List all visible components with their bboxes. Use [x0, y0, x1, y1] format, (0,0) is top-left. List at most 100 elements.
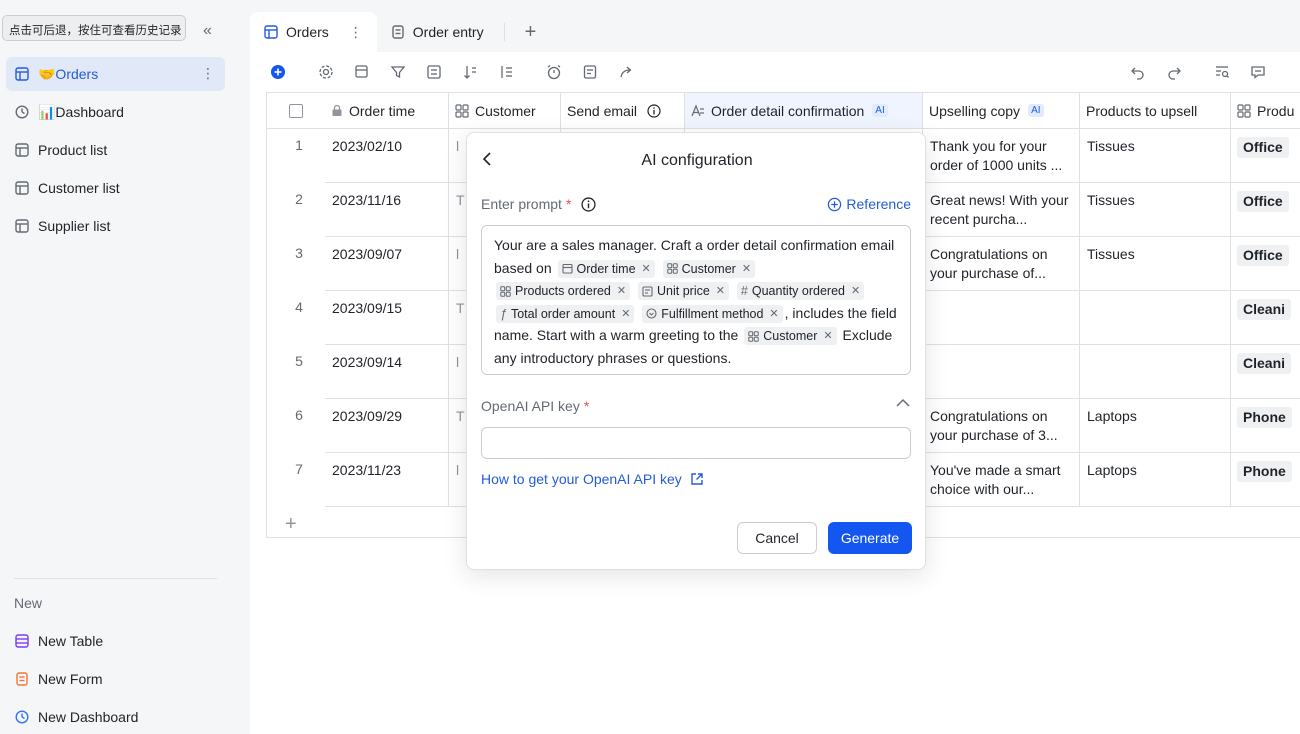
field-tag-quantity-ordered[interactable]: # Quantity ordered ✕	[736, 282, 865, 301]
redo-icon[interactable]	[1166, 64, 1182, 80]
collapse-sidebar-icon[interactable]: «	[203, 23, 219, 40]
link-record-icon	[1237, 103, 1251, 118]
prompt-editor[interactable]: Your are a sales manager. Craft a order …	[481, 225, 911, 375]
cell-upselling-copy[interactable]	[923, 291, 1080, 345]
cell-products[interactable]: Cleani	[1231, 345, 1300, 399]
sidebar-item-product-list[interactable]: Product list	[6, 133, 225, 167]
add-record-icon[interactable]	[270, 64, 286, 80]
sidebar-item-dashboard[interactable]: 📊Dashboard	[6, 95, 225, 129]
cell-products-to-upsell[interactable]	[1080, 345, 1231, 399]
cell-products-to-upsell[interactable]	[1080, 291, 1231, 345]
generate-button[interactable]: Generate	[828, 522, 912, 554]
info-icon[interactable]	[581, 196, 596, 212]
column-header-order-detail-confirmation[interactable]: Order detail confirmation AI	[685, 93, 923, 129]
cell-products[interactable]: Office	[1231, 129, 1300, 183]
cell-products[interactable]: Phone	[1231, 399, 1300, 453]
cell-products-to-upsell[interactable]: Tissues	[1080, 237, 1231, 291]
field-tag-customer-2[interactable]: Customer ✕	[744, 327, 837, 346]
filter-icon[interactable]	[390, 64, 406, 80]
column-header-order-time[interactable]: Order time	[325, 93, 449, 129]
remove-tag-icon[interactable]: ✕	[617, 282, 626, 300]
sidebar-item-supplier-list[interactable]: Supplier list	[6, 209, 225, 243]
field-tag-order-time[interactable]: Order time ✕	[557, 259, 655, 278]
cell-upselling-copy[interactable]	[923, 345, 1080, 399]
search-icon[interactable]	[1214, 64, 1230, 80]
new-table-button[interactable]: New Table	[6, 624, 225, 658]
dashboard-icon	[14, 104, 30, 120]
api-key-input[interactable]	[481, 427, 911, 459]
cell-upselling-copy[interactable]: Great news! With your recent purcha...	[923, 183, 1080, 237]
cell-products-to-upsell[interactable]: Laptops	[1080, 399, 1231, 453]
remove-tag-icon[interactable]: ✕	[823, 327, 832, 345]
tab-orders[interactable]: Orders ⋮	[250, 12, 377, 52]
remove-tag-icon[interactable]: ✕	[642, 260, 651, 278]
sidebar-item-label: Supplier list	[38, 218, 111, 234]
row-number: 2	[295, 191, 303, 207]
cell-order-time[interactable]: 2023/02/10	[325, 129, 449, 183]
column-header-products-to-upsell[interactable]: Products to upsell	[1080, 93, 1231, 129]
cancel-button[interactable]: Cancel	[737, 522, 817, 554]
cell-products[interactable]: Office	[1231, 183, 1300, 237]
remove-tag-icon[interactable]: ✕	[742, 260, 751, 278]
tab-order-entry[interactable]: Order entry	[377, 12, 498, 52]
remove-tag-icon[interactable]: ✕	[716, 282, 725, 300]
dialog-title: AI configuration	[641, 152, 753, 169]
checkbox[interactable]	[289, 103, 303, 118]
column-header-products[interactable]: Produ	[1231, 93, 1300, 129]
api-key-help-link[interactable]: How to get your OpenAI API key	[481, 471, 704, 487]
remove-tag-icon[interactable]: ✕	[621, 305, 630, 323]
form-view-icon[interactable]	[582, 64, 598, 80]
field-tag-unit-price[interactable]: Unit price ✕	[638, 282, 730, 301]
more-icon[interactable]: ⋮	[349, 24, 363, 41]
field-tag-fulfillment-method[interactable]: Fulfillment method ✕	[642, 304, 783, 323]
group-icon[interactable]	[426, 64, 442, 80]
undo-icon[interactable]	[1130, 64, 1146, 80]
sort-icon[interactable]	[462, 64, 478, 80]
comment-icon[interactable]	[1250, 64, 1266, 80]
sidebar-item-orders[interactable]: 🤝Orders ⋮	[6, 57, 225, 91]
cell-upselling-copy[interactable]: Congratulations on your purchase of 3...	[923, 399, 1080, 453]
cell-order-time[interactable]: 2023/09/14	[325, 345, 449, 399]
cell-products-to-upsell[interactable]: Laptops	[1080, 453, 1231, 507]
field-config-icon[interactable]	[354, 64, 370, 80]
table-icon	[14, 633, 30, 649]
cell-products[interactable]: Office	[1231, 237, 1300, 291]
category-tag: Phone	[1237, 407, 1292, 428]
cell-order-time[interactable]: 2023/09/15	[325, 291, 449, 345]
add-row-icon[interactable]: +	[285, 513, 297, 536]
link-record-icon	[748, 331, 759, 342]
select-all-checkbox[interactable]	[267, 93, 325, 129]
cell-products-to-upsell[interactable]: Tissues	[1080, 183, 1231, 237]
reference-button[interactable]: Reference	[827, 196, 911, 212]
column-header-upselling-copy[interactable]: Upselling copy AI	[923, 93, 1080, 129]
cell-products-to-upsell[interactable]: Tissues	[1080, 129, 1231, 183]
remove-tag-icon[interactable]: ✕	[769, 305, 778, 323]
field-tag-total-order-amount[interactable]: ƒ Total order amount ✕	[496, 304, 635, 323]
cell-products[interactable]: Cleani	[1231, 291, 1300, 345]
cell-order-time[interactable]: 2023/09/07	[325, 237, 449, 291]
cell-order-time[interactable]: 2023/11/16	[325, 183, 449, 237]
new-form-button[interactable]: New Form	[6, 662, 225, 696]
cell-upselling-copy[interactable]: Thank you for your order of 1000 units .…	[923, 129, 1080, 183]
share-icon[interactable]	[618, 64, 634, 80]
prompt-label: Enter prompt *	[481, 196, 596, 212]
settings-icon[interactable]	[318, 64, 334, 80]
field-tag-products-ordered[interactable]: Products ordered ✕	[496, 282, 631, 301]
cell-order-time[interactable]: 2023/11/23	[325, 453, 449, 507]
alarm-icon[interactable]	[546, 64, 562, 80]
sidebar-item-customer-list[interactable]: Customer list	[6, 171, 225, 205]
remove-tag-icon[interactable]: ✕	[851, 282, 860, 300]
cell-upselling-copy[interactable]: Congratulations on your purchase of...	[923, 237, 1080, 291]
cell-order-time[interactable]: 2023/09/29	[325, 399, 449, 453]
new-dashboard-button[interactable]: New Dashboard	[6, 700, 225, 734]
chevron-up-icon[interactable]	[895, 398, 911, 408]
cell-upselling-copy[interactable]: You've made a smart choice with our...	[923, 453, 1080, 507]
api-key-label: OpenAI API key *	[481, 398, 590, 414]
field-tag-customer[interactable]: Customer ✕	[662, 259, 756, 278]
column-header-send-email[interactable]: Send email	[561, 93, 685, 129]
column-header-customer[interactable]: Customer	[449, 93, 561, 129]
more-icon[interactable]: ⋮	[201, 65, 215, 82]
add-tab-icon[interactable]: +	[525, 21, 537, 44]
row-height-icon[interactable]	[498, 64, 514, 80]
cell-products[interactable]: Phone	[1231, 453, 1300, 507]
